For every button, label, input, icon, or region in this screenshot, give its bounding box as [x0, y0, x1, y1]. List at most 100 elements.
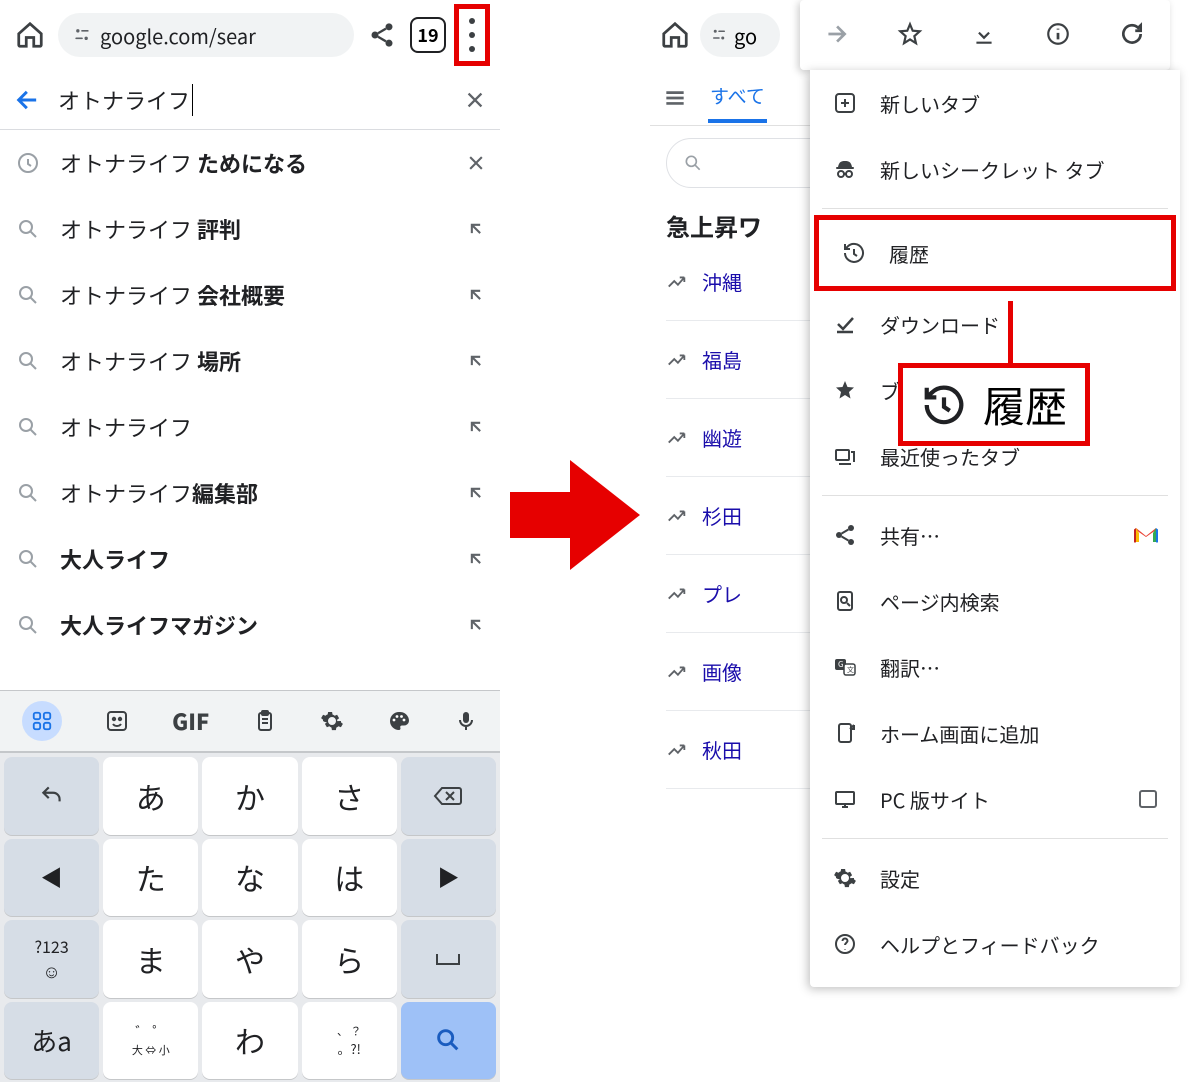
kbd-gif-icon[interactable]: GIF [172, 705, 209, 737]
menu-find[interactable]: ページ内検索 [810, 568, 1180, 634]
key-ka[interactable]: か [202, 757, 297, 835]
suggestion-row[interactable]: オトナライフ 評判 [0, 196, 500, 262]
key-undo[interactable] [4, 757, 99, 835]
trend-text: 秋田 [702, 735, 742, 764]
key-size[interactable]: ゛ ゜大 ⇔ 小 [103, 1002, 198, 1080]
key-punct[interactable]: 、 ？。?! [302, 1002, 397, 1080]
key-mode[interactable]: あa [4, 1002, 99, 1080]
share-icon [832, 522, 858, 548]
menu-history-highlight: 履歴 [814, 215, 1176, 291]
more-menu-icon[interactable] [467, 13, 477, 57]
suggestion-row[interactable]: オトナライフ [0, 394, 500, 460]
clear-icon[interactable] [464, 89, 486, 111]
history-icon [841, 240, 867, 266]
menu-downloads[interactable]: ダウンロード [810, 291, 1180, 357]
key-left[interactable]: ◀ [4, 839, 99, 917]
menu-history[interactable]: 履歴 [819, 220, 1171, 286]
key-ta[interactable]: た [103, 839, 198, 917]
search-icon [14, 481, 42, 505]
key-a[interactable]: あ [103, 757, 198, 835]
key-space[interactable] [401, 920, 496, 998]
menu-desktop[interactable]: PC 版サイト [810, 766, 1180, 832]
insert-arrow-icon[interactable] [466, 483, 486, 503]
suggestion-row[interactable]: オトナライフ ためになる [0, 130, 500, 196]
remove-icon[interactable] [466, 153, 486, 173]
key-search[interactable] [401, 1002, 496, 1080]
help-icon [832, 931, 858, 957]
insert-arrow-icon[interactable] [466, 417, 486, 437]
menu-translate[interactable]: G文 翻訳… [810, 634, 1180, 700]
trending-icon [666, 583, 688, 605]
home-icon[interactable] [10, 15, 50, 55]
download-icon[interactable] [971, 21, 999, 49]
kbd-palette-icon[interactable] [387, 709, 411, 733]
suggestion-row[interactable]: 大人ライフ [0, 526, 500, 592]
suggestion-text: オトナライフ編集部 [60, 477, 448, 509]
key-ra[interactable]: ら [302, 920, 397, 998]
insert-arrow-icon[interactable] [466, 615, 486, 635]
key-ya[interactable]: や [202, 920, 297, 998]
menu-settings[interactable]: 設定 [810, 845, 1180, 911]
site-settings-icon [72, 25, 92, 45]
tab-all[interactable]: すべて [708, 72, 767, 123]
tab-count[interactable]: 19 [410, 17, 446, 53]
kbd-clipboard-icon[interactable] [253, 709, 277, 733]
share-icon[interactable] [362, 15, 402, 55]
kbd-sticker-icon[interactable] [105, 709, 129, 733]
annotation-connector [1008, 301, 1018, 363]
hamburger-icon[interactable] [662, 85, 688, 111]
url-bar[interactable]: google.com/sear [58, 13, 354, 57]
info-icon[interactable] [1045, 21, 1073, 49]
key-right[interactable]: ▶ [401, 839, 496, 917]
search-query[interactable]: オトナライフ​ [58, 84, 448, 116]
key-wa[interactable]: わ [202, 1002, 297, 1080]
key-ma[interactable]: ま [103, 920, 198, 998]
menu-help[interactable]: ヘルプとフィードバック [810, 911, 1180, 977]
phone-left: google.com/sear 19 オトナライフ​ オトナライフ ためになるオ… [0, 0, 500, 1082]
suggestion-row[interactable]: 大人ライフマガジン [0, 592, 500, 658]
suggestion-text: 大人ライフ [60, 543, 448, 575]
search-icon [14, 547, 42, 571]
trend-text: 画像 [702, 657, 742, 686]
insert-arrow-icon[interactable] [466, 549, 486, 569]
star-filled-icon [832, 377, 858, 403]
key-numeric[interactable]: ?123☺ [4, 920, 99, 998]
svg-text:G: G [838, 659, 844, 670]
suggestion-text: オトナライフ [60, 411, 448, 443]
menu-add-home[interactable]: ホーム画面に追加 [810, 700, 1180, 766]
back-icon[interactable] [14, 86, 42, 114]
star-icon[interactable] [897, 21, 925, 49]
kbd-settings-icon[interactable] [320, 709, 344, 733]
forward-icon[interactable] [823, 21, 851, 49]
home-icon[interactable] [660, 20, 690, 50]
menu-new-tab[interactable]: 新しいタブ [810, 70, 1180, 136]
menu-share[interactable]: 共有… [810, 502, 1180, 568]
key-sa[interactable]: さ [302, 757, 397, 835]
url-text: google.com/sear [100, 21, 256, 50]
url-bar[interactable]: go [700, 13, 780, 57]
menu-incognito[interactable]: 新しいシークレット タブ [810, 136, 1180, 202]
key-ha[interactable]: は [302, 839, 397, 917]
insert-arrow-icon[interactable] [466, 285, 486, 305]
key-backspace[interactable] [401, 757, 496, 835]
search-icon [14, 415, 42, 439]
add-home-icon [832, 720, 858, 746]
insert-arrow-icon[interactable] [466, 219, 486, 239]
suggestion-text: オトナライフ ためになる [60, 147, 448, 179]
keyboard-grid: あ か さ ◀ た な は ▶ ?123☺ ま や ら あa ゛ ゜大 ⇔ 小 … [0, 753, 500, 1083]
kbd-mic-icon[interactable] [454, 709, 478, 733]
insert-arrow-icon[interactable] [466, 351, 486, 371]
trending-icon [666, 661, 688, 683]
kbd-grid-icon[interactable] [22, 701, 62, 741]
trend-text: プレ [702, 579, 742, 608]
history-icon [921, 382, 967, 428]
suggestion-row[interactable]: オトナライフ 場所 [0, 328, 500, 394]
search-icon [14, 217, 42, 241]
reload-icon[interactable] [1119, 21, 1147, 49]
trending-icon [666, 349, 688, 371]
key-na[interactable]: な [202, 839, 297, 917]
suggestion-row[interactable]: オトナライフ編集部 [0, 460, 500, 526]
checkbox-icon[interactable] [1138, 789, 1158, 809]
suggestion-row[interactable]: オトナライフ 会社概要 [0, 262, 500, 328]
browser-toolbar-right: go [650, 0, 1180, 70]
